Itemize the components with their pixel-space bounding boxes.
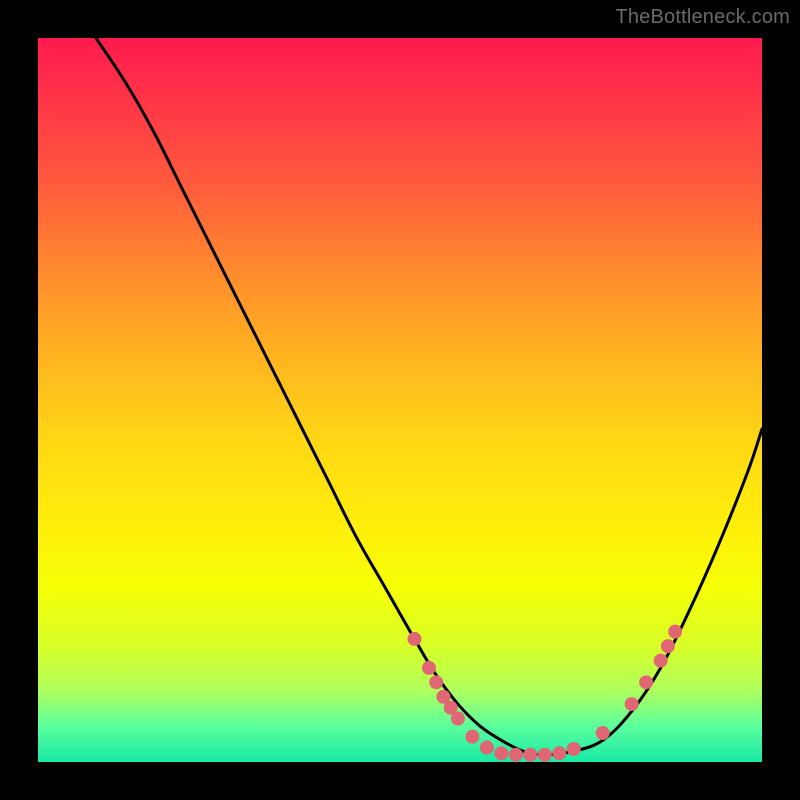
marker-dot bbox=[639, 675, 653, 689]
marker-dot bbox=[661, 639, 675, 653]
marker-dot bbox=[509, 748, 523, 762]
marker-dot bbox=[523, 748, 537, 762]
marker-dot bbox=[567, 742, 581, 756]
marker-dot bbox=[465, 730, 479, 744]
marker-dot bbox=[596, 726, 610, 740]
marker-dot bbox=[552, 746, 566, 760]
marker-dot bbox=[422, 661, 436, 675]
plot-area bbox=[38, 38, 762, 762]
marker-dot bbox=[538, 748, 552, 762]
marker-dot bbox=[494, 746, 508, 760]
marker-dot bbox=[668, 625, 682, 639]
watermark-text: TheBottleneck.com bbox=[615, 6, 790, 29]
marker-dot bbox=[480, 741, 494, 755]
marker-dot bbox=[625, 697, 639, 711]
curve-markers bbox=[407, 625, 682, 762]
marker-dot bbox=[429, 675, 443, 689]
marker-dot bbox=[451, 712, 465, 726]
chart-container: TheBottleneck.com bbox=[0, 0, 800, 800]
curve-svg bbox=[38, 38, 762, 762]
marker-dot bbox=[407, 632, 421, 646]
marker-dot bbox=[654, 654, 668, 668]
